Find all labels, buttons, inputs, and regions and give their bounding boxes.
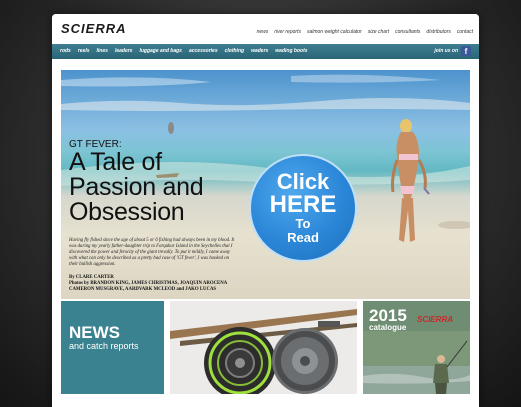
news-tile-subtitle: and catch reports bbox=[69, 341, 139, 351]
cta-line-4: Read bbox=[287, 230, 319, 245]
top-nav: news river reports salmon weight calcula… bbox=[257, 29, 473, 35]
hero-intro-text: Having fly fished since the age of about… bbox=[69, 238, 235, 267]
join-us-label: join us on bbox=[434, 48, 458, 54]
cta-line-2: HERE bbox=[269, 191, 337, 218]
cta-line-3: To bbox=[295, 216, 311, 231]
nav-item-wading-boots[interactable]: wading boots bbox=[275, 48, 307, 54]
catalogue-brand-logo: SCIERRA bbox=[417, 315, 454, 324]
top-nav-contact[interactable]: contact bbox=[457, 29, 473, 35]
catalogue-tile[interactable]: 2015 catalogue SCIERRA bbox=[363, 301, 470, 394]
headline-line-2: Passion and bbox=[69, 173, 204, 201]
news-tile-title: NEWS bbox=[69, 323, 120, 342]
click-here-to-read-button[interactable]: Click HERE To Read bbox=[249, 154, 357, 262]
social-join: join us on f bbox=[434, 46, 471, 56]
main-nav-bar: rods reels lines leaders luggage and bag… bbox=[52, 44, 479, 59]
top-nav-river-reports[interactable]: river reports bbox=[274, 29, 301, 35]
catalogue-year: 2015 bbox=[369, 306, 407, 325]
nav-item-luggage-and-bags[interactable]: luggage and bags bbox=[139, 48, 182, 54]
nav-item-leaders[interactable]: leaders bbox=[115, 48, 133, 54]
site-header: SCIERRA news river reports salmon weight… bbox=[52, 14, 479, 44]
nav-item-lines[interactable]: lines bbox=[97, 48, 108, 54]
hero-byline: By CLARE CARTER Photos by BRANDON KING, … bbox=[69, 275, 269, 293]
nav-item-reels[interactable]: reels bbox=[78, 48, 90, 54]
nav-item-clothing[interactable]: clothing bbox=[225, 48, 244, 54]
nav-item-rods[interactable]: rods bbox=[60, 48, 71, 54]
news-tile[interactable]: NEWS and catch reports bbox=[61, 301, 164, 394]
website-page: SCIERRA news river reports salmon weight… bbox=[52, 14, 479, 407]
site-logo[interactable]: SCIERRA bbox=[61, 21, 127, 36]
nav-item-waders[interactable]: waders bbox=[251, 48, 268, 54]
top-nav-distributors[interactable]: distributors bbox=[426, 29, 450, 35]
top-nav-consultants[interactable]: consultants bbox=[395, 29, 420, 35]
headline-line-1: A Tale of bbox=[69, 148, 162, 176]
top-nav-salmon-weight-calculator[interactable]: salmon weight calculator bbox=[307, 29, 362, 35]
headline-line-3: Obsession bbox=[69, 198, 185, 226]
nav-item-accessories[interactable]: accessories bbox=[189, 48, 218, 54]
byline-credits-line-2: CAMERON MUSGRAVE, AARDVARK MCLEOD and JA… bbox=[69, 287, 217, 292]
top-nav-news[interactable]: news bbox=[257, 29, 269, 35]
hero-headline: A Tale of Passion and Obsession bbox=[69, 148, 204, 226]
fly-reels-photo bbox=[170, 301, 357, 394]
facebook-icon[interactable]: f bbox=[461, 46, 471, 56]
top-nav-size-chart[interactable]: size chart bbox=[368, 29, 389, 35]
cta-line-1: Click bbox=[276, 169, 330, 194]
main-nav: rods reels lines leaders luggage and bag… bbox=[60, 48, 308, 54]
catalogue-label: catalogue bbox=[369, 323, 407, 332]
hero-banner[interactable]: GT FEVER: A Tale of Passion and Obsessio… bbox=[61, 70, 470, 299]
reels-product-tile[interactable] bbox=[170, 301, 357, 394]
